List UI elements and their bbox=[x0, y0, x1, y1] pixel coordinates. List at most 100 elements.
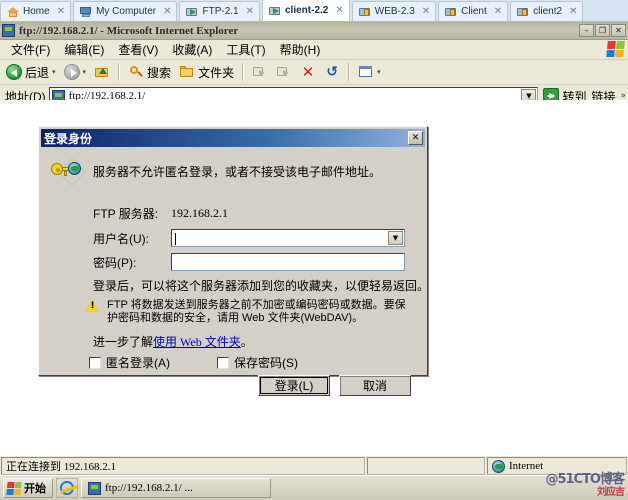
internet-globe-icon bbox=[492, 459, 505, 473]
menu-item-file[interactable]: 文件(F) bbox=[4, 40, 57, 59]
delete-icon: ✕ bbox=[301, 63, 315, 81]
browser-tab-close-icon[interactable]: ✕ bbox=[335, 5, 343, 16]
ie-app-icon bbox=[2, 24, 15, 37]
browser-tab-close-icon[interactable]: ✕ bbox=[422, 6, 430, 17]
security-warning: FTP 将数据发送到服务器之前不加密或编码密码或数据。要保护密码和数据的安全，请… bbox=[41, 299, 425, 329]
browser-tab-close-icon[interactable]: ✕ bbox=[163, 6, 171, 17]
delete-button[interactable]: ✕ bbox=[297, 63, 319, 81]
browser-tab-label: Home bbox=[23, 6, 50, 17]
folder-green-icon bbox=[269, 5, 281, 17]
menu-item-edit[interactable]: 编辑(E) bbox=[57, 40, 111, 59]
browser-tab-client-2-2[interactable]: client-2.2 ✕ bbox=[262, 0, 350, 21]
menu-item-favorites[interactable]: 收藏(A) bbox=[165, 40, 219, 59]
dialog-body: 服务器不允许匿名登录，或者不接受该电子邮件地址。 FTP 服务器: 192.16… bbox=[41, 147, 429, 396]
status-bar: 正在连接到 192.168.2.1 Internet bbox=[0, 455, 628, 476]
chevron-down-icon[interactable]: ▾ bbox=[52, 68, 56, 76]
browser-tab-web-2-3[interactable]: WEB-2.3 ✕ bbox=[351, 1, 437, 21]
save-password-label: 保存密码(S) bbox=[234, 356, 298, 370]
save-password-checkbox[interactable] bbox=[217, 356, 229, 369]
cancel-button[interactable]: 取消 bbox=[339, 375, 411, 396]
browser-tab-close-icon[interactable]: ✕ bbox=[494, 6, 502, 17]
browser-tab-label: WEB-2.3 bbox=[374, 6, 415, 17]
browser-tab-home[interactable]: Home ✕ bbox=[0, 1, 72, 21]
username-input[interactable]: ▼ bbox=[171, 229, 405, 247]
password-row: 密码(P): bbox=[93, 253, 405, 271]
warning-icon bbox=[85, 299, 100, 313]
security-zone-label: Internet bbox=[509, 460, 544, 472]
warning-text: FTP 将数据发送到服务器之前不加密或编码密码或数据。要保护密码和数据的安全，请… bbox=[107, 299, 406, 324]
back-button-label: 后退 bbox=[25, 65, 50, 80]
quick-launch-ie-button[interactable] bbox=[56, 478, 78, 498]
anonymous-login-checkbox[interactable] bbox=[89, 356, 101, 369]
dialog-titlebar: 登录身份 ✕ bbox=[41, 129, 425, 147]
browser-tab-close-icon[interactable]: ✕ bbox=[246, 6, 254, 17]
views-button[interactable]: ▾ bbox=[355, 63, 384, 81]
chevron-down-icon[interactable]: ▾ bbox=[377, 68, 381, 76]
dialog-button-bar: 登录(L) 取消 bbox=[258, 375, 411, 396]
window-titlebar: ftp://192.168.2.1/ - Microsoft Internet … bbox=[0, 22, 628, 40]
minimize-button[interactable]: – bbox=[579, 24, 594, 37]
maximize-button[interactable]: ❐ bbox=[595, 24, 610, 37]
windows-logo-icon bbox=[6, 481, 22, 495]
folders-button-label: 文件夹 bbox=[198, 65, 235, 80]
browser-tab-ftp-2-1[interactable]: FTP-2.1 ✕ bbox=[179, 1, 260, 21]
browser-tab-close-icon[interactable]: ✕ bbox=[57, 6, 65, 17]
browser-tab-label: FTP-2.1 bbox=[202, 6, 239, 17]
browser-tab-my-computer[interactable]: My Computer ✕ bbox=[73, 1, 178, 21]
copy-to-folder-icon bbox=[276, 64, 292, 80]
undo-button[interactable]: ↺ bbox=[321, 63, 343, 81]
browser-tab-strip: Home ✕ My Computer ✕ FTP-2.1 ✕ client-2.… bbox=[0, 0, 628, 22]
ie-app-icon bbox=[88, 481, 101, 495]
folder-lock-icon bbox=[445, 6, 457, 18]
start-button-label: 开始 bbox=[24, 483, 46, 495]
key-globe-icon bbox=[51, 157, 87, 187]
menu-item-help[interactable]: 帮助(H) bbox=[273, 40, 328, 59]
menu-item-tools[interactable]: 工具(T) bbox=[219, 40, 272, 59]
anonymous-login-checkbox-row[interactable]: 匿名登录(A) bbox=[89, 354, 170, 371]
status-middle-panel bbox=[367, 457, 485, 475]
forward-button[interactable]: ▾ bbox=[61, 63, 90, 81]
ftp-server-label: FTP 服务器: bbox=[93, 207, 159, 221]
computer-icon bbox=[80, 6, 92, 18]
menu-bar: 文件(F) 编辑(E) 查看(V) 收藏(A) 工具(T) 帮助(H) bbox=[0, 40, 628, 60]
copy-to-button[interactable] bbox=[273, 63, 295, 81]
back-button[interactable]: 后退 ▾ bbox=[3, 63, 59, 82]
browser-tab-label: client2 bbox=[533, 6, 563, 17]
watermark: @51CTO博客 刘应吉 bbox=[545, 468, 625, 498]
learn-more-line: 进一步了解使用 Web 文件夹。 bbox=[93, 333, 253, 350]
password-input[interactable] bbox=[171, 253, 405, 271]
status-message-text: 正在连接到 192.168.2.1 bbox=[6, 461, 116, 473]
folder-green-icon bbox=[186, 6, 198, 18]
dialog-title: 登录身份 bbox=[44, 131, 93, 146]
up-button[interactable] bbox=[91, 63, 113, 81]
browser-tab-close-icon[interactable]: ✕ bbox=[569, 6, 577, 17]
windows-logo-icon bbox=[606, 41, 625, 57]
taskbar-item-label: ftp://192.168.2.1/ ... bbox=[105, 482, 193, 494]
ftp-server-row: FTP 服务器: 192.168.2.1 bbox=[93, 205, 228, 222]
login-dialog: 登录身份 ✕ 服务器不允许匿名登录，或者不接受该电子邮件地址。 FTP 服务器:… bbox=[38, 126, 429, 396]
home-icon bbox=[7, 6, 19, 18]
taskbar-item-ftp[interactable]: ftp://192.168.2.1/ ... bbox=[81, 478, 271, 498]
dialog-close-button[interactable]: ✕ bbox=[408, 131, 423, 145]
chevron-down-icon[interactable]: ▾ bbox=[83, 68, 87, 76]
close-button[interactable]: ✕ bbox=[611, 24, 626, 37]
web-folders-link[interactable]: 使用 Web 文件夹 bbox=[153, 335, 241, 349]
username-dropdown-icon[interactable]: ▼ bbox=[388, 231, 403, 245]
move-to-button[interactable] bbox=[249, 63, 271, 81]
undo-icon: ↺ bbox=[326, 64, 338, 80]
folder-lock-icon bbox=[358, 6, 371, 18]
browser-tab-client[interactable]: Client ✕ bbox=[438, 1, 509, 21]
toolbar: 后退 ▾ ▾ 搜索 文件夹 ✕ ↺ ▾ bbox=[0, 60, 628, 85]
username-label: 用户名(U): bbox=[93, 231, 149, 246]
search-button[interactable]: 搜索 bbox=[125, 63, 174, 82]
browser-tab-client2[interactable]: client2 ✕ bbox=[510, 1, 584, 21]
login-button[interactable]: 登录(L) bbox=[258, 375, 330, 396]
learn-more-suffix: 。 bbox=[240, 335, 253, 349]
menu-item-view[interactable]: 查看(V) bbox=[111, 40, 165, 59]
views-icon bbox=[358, 64, 374, 80]
browser-tab-label: client-2.2 bbox=[285, 5, 329, 16]
browser-tab-label: Client bbox=[461, 6, 487, 17]
save-password-checkbox-row[interactable]: 保存密码(S) bbox=[217, 354, 298, 371]
folders-button[interactable]: 文件夹 bbox=[176, 63, 237, 82]
start-button[interactable]: 开始 bbox=[3, 478, 53, 498]
